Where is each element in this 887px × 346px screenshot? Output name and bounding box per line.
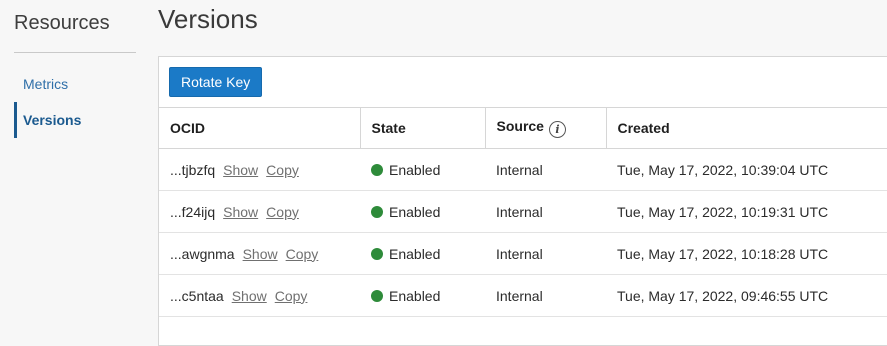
created-cell: Tue, May 17, 2022, 10:18:28 UTC xyxy=(606,232,887,275)
copy-link[interactable]: Copy xyxy=(275,288,308,304)
show-link[interactable]: Show xyxy=(223,162,258,178)
sidebar-item-versions[interactable]: Versions xyxy=(14,102,150,138)
state-cell: Enabled xyxy=(360,148,485,191)
table-header-row: OCID State Source i Created xyxy=(159,107,887,149)
versions-table: OCID State Source i Created ...tjbzfq Show… xyxy=(159,107,887,317)
created-cell: Tue, May 17, 2022, 10:19:31 UTC xyxy=(606,190,887,233)
copy-link[interactable]: Copy xyxy=(266,162,299,178)
created-cell: Tue, May 17, 2022, 09:46:55 UTC xyxy=(606,274,887,317)
column-header-state: State xyxy=(360,107,486,149)
sidebar-title: Resources xyxy=(14,12,110,34)
ocid-cell: ...awgnma Show Copy xyxy=(159,232,360,275)
source-cell: Internal xyxy=(485,148,606,191)
table-row: ...tjbzfq Show Copy Enabled Internal Tue, … xyxy=(159,148,887,191)
ocid-cell: ...f24ijq Show Copy xyxy=(159,190,360,233)
sidebar-divider xyxy=(14,52,136,53)
rotate-key-button[interactable]: Rotate Key xyxy=(169,67,263,97)
table-row: ...awgnma Show Copy Enabled Internal Tue, … xyxy=(159,232,887,275)
state-cell: Enabled xyxy=(360,274,485,317)
resources-sidebar: Resources Metrics Versions xyxy=(0,0,150,327)
state-value: Enabled xyxy=(389,161,441,178)
copy-link[interactable]: Copy xyxy=(266,204,299,220)
source-cell: Internal xyxy=(485,232,606,275)
state-cell: Enabled xyxy=(360,190,485,233)
status-dot-icon xyxy=(371,163,383,176)
versions-panel: Rotate Key OCID State Source i Created ..… xyxy=(158,56,887,346)
column-header-source-label: Source xyxy=(496,118,544,134)
state-value: Enabled xyxy=(389,203,441,220)
state-value: Enabled xyxy=(389,287,441,304)
info-icon[interactable]: i xyxy=(548,121,566,138)
ocid-value: ...f24ijq xyxy=(170,203,216,220)
status-dot-icon xyxy=(371,205,383,218)
ocid-value: ...c5ntaa xyxy=(170,287,224,304)
ocid-cell: ...tjbzfq Show Copy xyxy=(159,148,360,191)
copy-link[interactable]: Copy xyxy=(286,246,319,262)
state-cell: Enabled xyxy=(360,232,485,275)
show-link[interactable]: Show xyxy=(232,288,267,304)
column-header-created: Created xyxy=(606,107,887,149)
show-link[interactable]: Show xyxy=(243,246,278,262)
column-header-source: Source i xyxy=(485,107,607,149)
table-row: ...f24ijq Show Copy Enabled Internal Tue, … xyxy=(159,190,887,233)
column-header-ocid: OCID xyxy=(159,107,361,149)
state-value: Enabled xyxy=(389,245,441,262)
show-link[interactable]: Show xyxy=(223,204,258,220)
table-row: ...c5ntaa Show Copy Enabled Internal Tue, … xyxy=(159,274,887,317)
ocid-value: ...awgnma xyxy=(170,245,235,262)
ocid-value: ...tjbzfq xyxy=(170,161,216,178)
ocid-cell: ...c5ntaa Show Copy xyxy=(159,274,360,317)
source-cell: Internal xyxy=(485,190,606,233)
page-title: Versions xyxy=(158,4,258,34)
sidebar-item-metrics[interactable]: Metrics xyxy=(14,66,150,102)
status-dot-icon xyxy=(371,289,383,302)
source-cell: Internal xyxy=(485,274,606,317)
created-cell: Tue, May 17, 2022, 10:39:04 UTC xyxy=(606,148,887,191)
status-dot-icon xyxy=(371,247,383,260)
